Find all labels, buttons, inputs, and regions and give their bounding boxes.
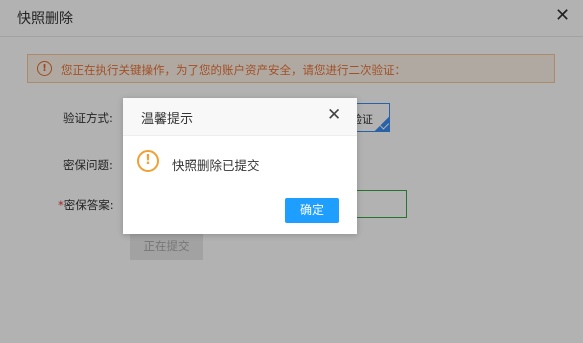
alert-title: 温馨提示 [141, 112, 194, 127]
confirm-button[interactable]: 确定 [285, 198, 339, 223]
alert-close-icon[interactable]: ✕ [327, 107, 341, 124]
alert-header: 温馨提示 ✕ [123, 98, 357, 136]
exclamation-icon: ! [137, 150, 159, 172]
alert-message: 快照删除已提交 [172, 158, 260, 173]
info-alert: 温馨提示 ✕ ! 快照删除已提交 确定 [123, 98, 357, 234]
